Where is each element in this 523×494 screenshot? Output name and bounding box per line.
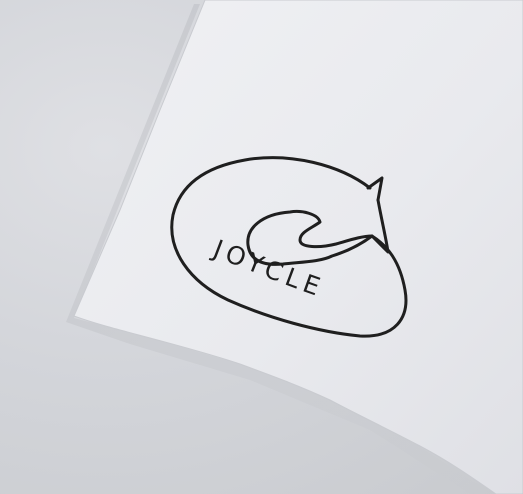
photo-scene: JOYCLE (0, 0, 523, 494)
photo-canvas: JOYCLE (66, 0, 523, 494)
paper-sheet (73, 0, 523, 494)
